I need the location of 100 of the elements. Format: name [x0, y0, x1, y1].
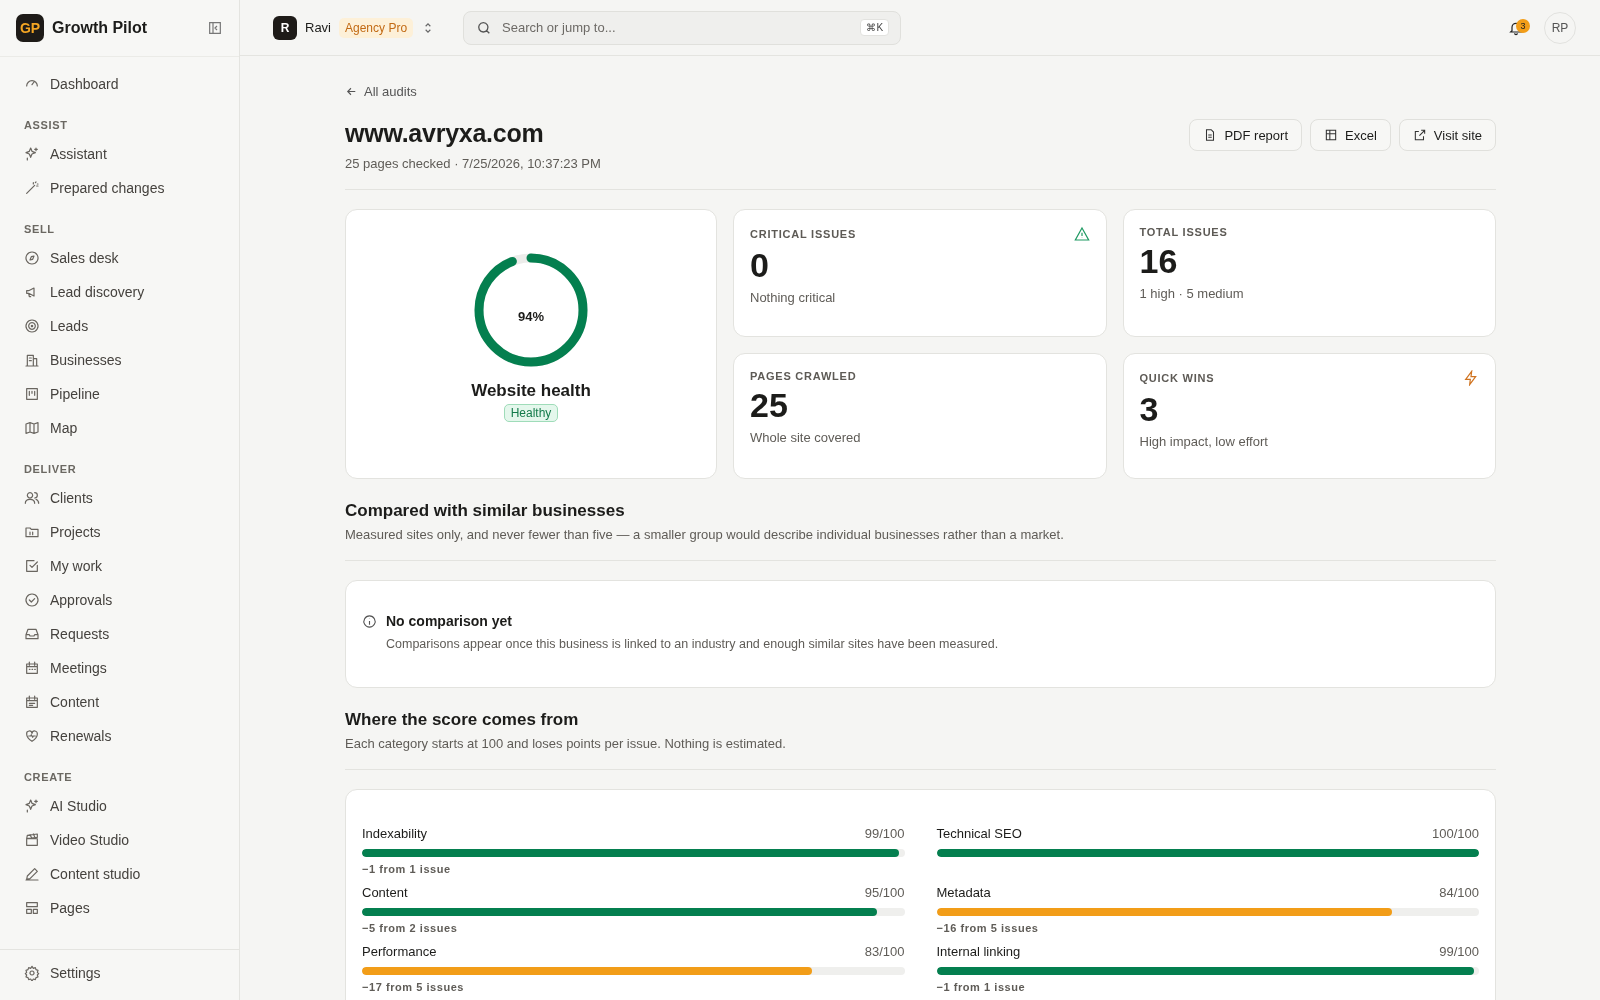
pen-icon [24, 866, 40, 882]
stat-note: Nothing critical [750, 290, 837, 305]
layout-icon [24, 900, 40, 916]
back-link[interactable]: All audits [345, 84, 417, 99]
sidebar-section-title: DELIVER [23, 462, 78, 477]
building-icon [24, 352, 40, 368]
stat-value: 3 [1139, 390, 1160, 429]
app-name: Growth Pilot [52, 19, 149, 37]
sidebar-item[interactable]: Meetings [0, 651, 239, 685]
sidebar-item[interactable]: Requests [0, 617, 239, 651]
deduction-note: −1 from 1 issue [936, 981, 1027, 993]
sidebar-item[interactable]: Map [0, 411, 239, 445]
sparkle-icon [24, 798, 40, 814]
section-title: Compared with similar businesses [345, 501, 626, 521]
clapperboard-icon [24, 832, 40, 848]
sidebar-item[interactable]: Video Studio [0, 823, 239, 857]
page-subtitle: 25 pages checked · 7/25/2026, 10:37:23 PM [345, 156, 601, 171]
settings-icon [24, 965, 40, 981]
badge-check-icon [24, 592, 40, 608]
category-name: Content [362, 885, 408, 900]
category-name: Metadata [936, 885, 991, 900]
checkbox-icon [24, 558, 40, 574]
category-name: Performance [362, 944, 437, 959]
category-name: Indexability [362, 826, 428, 841]
deduction-note: −1 from 1 issue [362, 863, 452, 875]
stat-title: CRITICAL ISSUES [750, 228, 857, 240]
app-logo: GP [16, 14, 44, 42]
sidebar-section-title: SELL [23, 222, 56, 237]
health-label: Website health [471, 381, 591, 401]
notifications-button[interactable]: 3 [1508, 17, 1530, 38]
sidebar-item[interactable]: Sales desk [0, 241, 239, 275]
stat-value: 16 [1139, 242, 1179, 281]
deduction-note: −17 from 5 issues [362, 981, 465, 993]
deduction-note: −5 from 2 issues [362, 922, 459, 934]
section-description: Measured sites only, and never fewer than five — a smaller group would describe individual businesses rather than a market. [345, 527, 1065, 542]
users-icon [24, 490, 40, 506]
info-icon [362, 613, 377, 629]
empty-state-title: No comparison yet [386, 613, 513, 629]
sparkle-icon [24, 146, 40, 162]
lightning-icon [1463, 370, 1479, 386]
compass-icon [24, 250, 40, 266]
sidebar-item[interactable]: AI Studio [0, 789, 239, 823]
stat-title: PAGES CRAWLED [750, 370, 857, 382]
sidebar-toggle-icon[interactable] [207, 20, 223, 36]
sidebar-item[interactable]: Dashboard [0, 67, 239, 101]
visit-site-button[interactable]: Visit site [1398, 119, 1496, 151]
sidebar-item[interactable]: Projects [0, 515, 239, 549]
sidebar-item[interactable]: Leads [0, 309, 239, 343]
status-badge: Healthy [503, 404, 559, 422]
stat-value: 25 [750, 386, 789, 425]
stat-title: TOTAL ISSUES [1139, 226, 1228, 238]
pdf-report-button[interactable]: PDF report [1189, 119, 1303, 151]
sidebar-item[interactable]: Content [0, 685, 239, 719]
category-score: 95/100 [864, 885, 905, 900]
sidebar-item[interactable]: Prepared changes [0, 171, 239, 205]
folder-icon [24, 524, 40, 540]
calendar-icon [24, 694, 40, 710]
arrow-left-icon [345, 85, 358, 98]
section-title: Where the score comes from [345, 710, 580, 730]
map-icon [24, 420, 40, 436]
sidebar-section-title: CREATE [23, 770, 74, 785]
stat-note: High impact, low effort [1139, 434, 1269, 449]
category-name: Internal linking [936, 944, 1021, 959]
health-percent: 94% [518, 309, 544, 324]
sidebar-item[interactable]: Pipeline [0, 377, 239, 411]
workspace-name: Ravi [305, 20, 331, 35]
target-icon [24, 318, 40, 334]
sidebar-item[interactable]: Pages [0, 891, 239, 925]
sidebar-item[interactable]: Approvals [0, 583, 239, 617]
excel-button[interactable]: Excel [1310, 119, 1391, 151]
inbox-icon [24, 626, 40, 642]
external-link-icon [1412, 128, 1427, 142]
plan-badge: Agency Pro [339, 17, 414, 38]
sidebar-section-title: ASSIST [23, 118, 69, 133]
category-score: 100/100 [1432, 826, 1479, 841]
stat-note: Whole site covered [750, 430, 862, 445]
heart-icon [24, 728, 40, 744]
notification-count: 3 [1516, 18, 1530, 33]
calendar-icon [24, 660, 40, 676]
category-name: Technical SEO [936, 826, 1022, 841]
category-score: 83/100 [864, 944, 905, 959]
stat-title: QUICK WINS [1139, 372, 1215, 384]
empty-state-text: Comparisons appear once this business is linked to an industry and enough similar sites have been measured. [386, 637, 1000, 651]
sidebar-item[interactable]: Assistant [0, 137, 239, 171]
category-score: 84/100 [1439, 885, 1479, 900]
warning-icon [1073, 226, 1090, 242]
sidebar-item[interactable]: Settings [0, 956, 239, 990]
sidebar-item[interactable]: Businesses [0, 343, 239, 377]
sidebar-item[interactable]: Lead discovery [0, 275, 239, 309]
sidebar-item[interactable]: Clients [0, 481, 239, 515]
board-icon [24, 386, 40, 402]
wand-icon [24, 180, 40, 196]
page-title: www.avryxa.com [345, 119, 545, 148]
section-description: Each category starts at 100 and loses points per issue. Nothing is estimated. [345, 736, 787, 751]
stat-value: 0 [750, 246, 770, 285]
sidebar-item[interactable]: My work [0, 549, 239, 583]
deduction-note: −16 from 5 issues [936, 922, 1040, 934]
sidebar-item[interactable]: Content studio [0, 857, 239, 891]
sidebar-item[interactable]: Renewals [0, 719, 239, 753]
stat-note: 1 high · 5 medium [1139, 286, 1245, 301]
